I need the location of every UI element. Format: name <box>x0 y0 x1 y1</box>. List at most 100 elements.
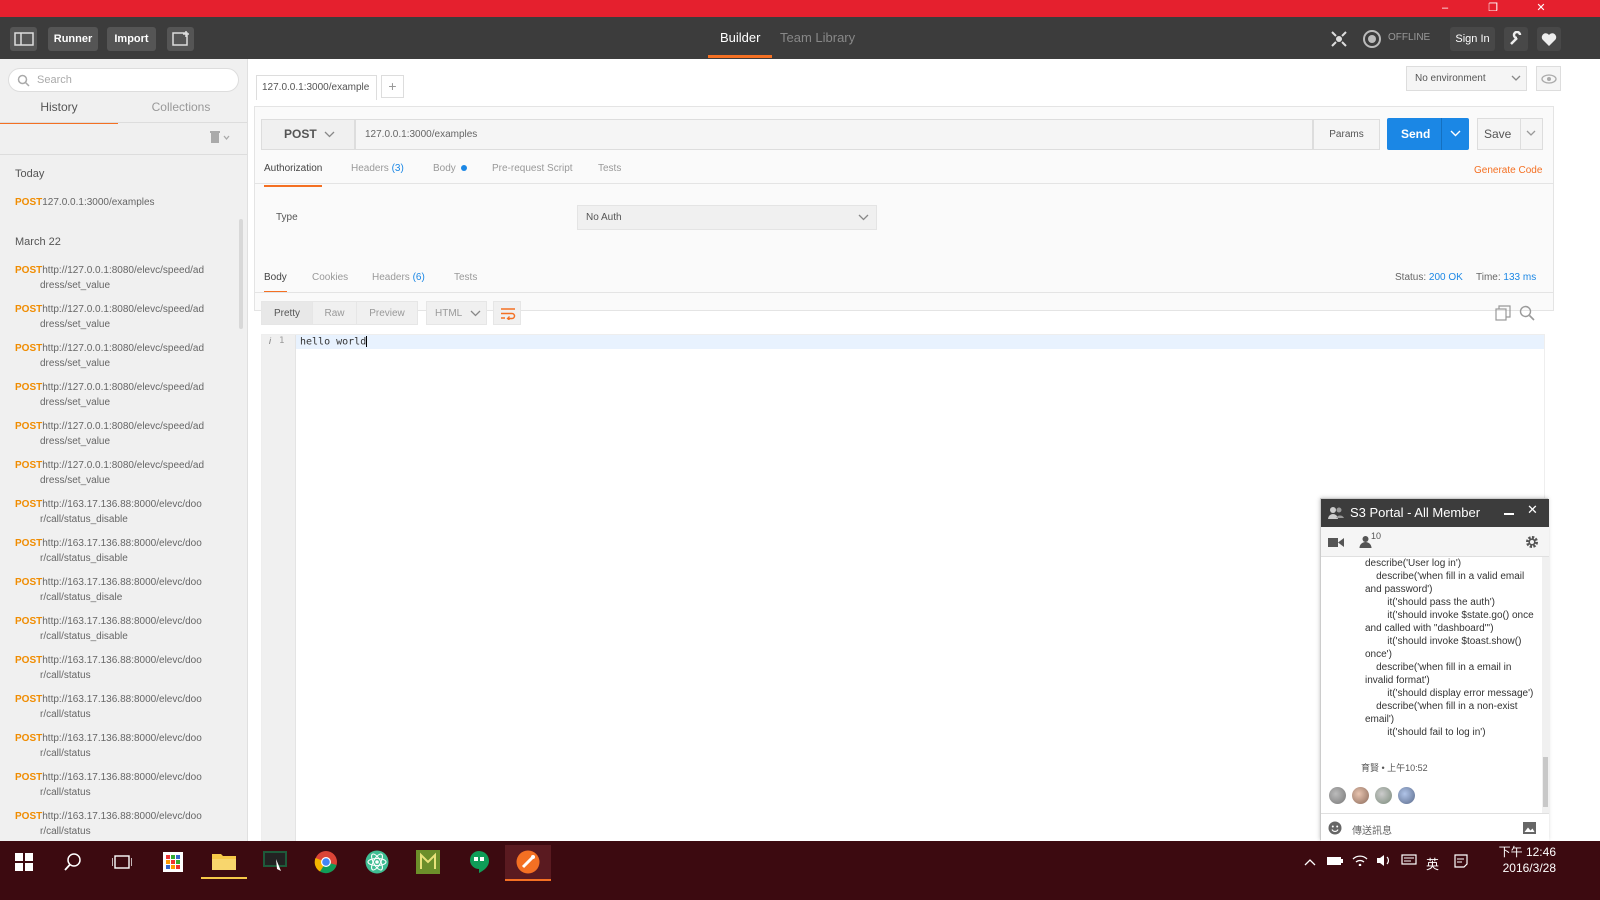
environment-quick-look-button[interactable] <box>1536 66 1561 91</box>
close-window-button[interactable]: ✕ <box>1518 0 1564 17</box>
history-item-url-continued: r/call/status_disable <box>40 514 128 525</box>
url-input[interactable]: 127.0.0.1:3000/examples <box>355 119 1313 150</box>
chat-scrollbar[interactable] <box>1542 557 1549 813</box>
atom-taskbar[interactable] <box>354 845 400 879</box>
history-item[interactable]: POSThttp://163.17.136.88:8000/elevc/doo r… <box>15 497 215 527</box>
history-item[interactable]: POSThttp://127.0.0.1:8080/elevc/speed/ad… <box>15 458 215 488</box>
history-item[interactable]: POSThttp://127.0.0.1:8080/elevc/speed/ad… <box>15 302 215 332</box>
history-item[interactable]: POSThttp://163.17.136.88:8000/elevc/doo r… <box>15 731 215 761</box>
interceptor-button[interactable] <box>1327 27 1351 51</box>
app-store-taskbar[interactable] <box>150 845 196 879</box>
environment-select[interactable]: No environment <box>1406 66 1527 91</box>
tab-team-library[interactable]: Team Library <box>780 17 855 59</box>
add-tab-button[interactable]: + <box>381 75 404 98</box>
sidebar-scrollbar[interactable] <box>239 219 243 329</box>
settings-button[interactable] <box>1504 27 1528 51</box>
search-taskbar-button[interactable] <box>50 845 96 879</box>
copy-response-button[interactable] <box>1495 305 1511 324</box>
send-options-icon[interactable] <box>1450 130 1461 137</box>
sync-status-button[interactable] <box>1360 27 1384 51</box>
avatar[interactable] <box>1352 787 1369 804</box>
import-button[interactable]: Import <box>107 27 156 51</box>
volume-tray[interactable] <box>1376 854 1392 870</box>
chrome-taskbar[interactable] <box>303 845 349 879</box>
search-box[interactable]: Search <box>8 68 239 92</box>
file-explorer-taskbar[interactable] <box>201 845 247 879</box>
history-item[interactable]: POSThttp://127.0.0.1:8080/elevc/speed/ad… <box>15 380 215 410</box>
chat-close-button[interactable]: ✕ <box>1527 502 1538 518</box>
runner-button[interactable]: Runner <box>48 27 98 51</box>
toggle-sidebar-button[interactable] <box>10 27 37 51</box>
emoji-icon[interactable] <box>1328 821 1342 835</box>
search-input[interactable]: Search <box>37 74 72 86</box>
chat-input[interactable]: 傳送訊息 <box>1352 822 1392 837</box>
favorite-button[interactable] <box>1537 27 1561 51</box>
history-group-date: March 22 <box>15 236 61 248</box>
image-icon[interactable] <box>1523 822 1536 834</box>
save-button[interactable]: Save <box>1477 118 1543 150</box>
battery-tray[interactable] <box>1327 854 1343 869</box>
history-item[interactable]: POSThttp://163.17.136.88:8000/elevc/doo r… <box>15 536 215 566</box>
history-item[interactable]: POSThttp://163.17.136.88:8000/elevc/doo r… <box>15 770 215 800</box>
new-window-button[interactable] <box>167 27 194 51</box>
avatar[interactable] <box>1375 787 1392 804</box>
clear-history-button[interactable] <box>209 130 231 147</box>
start-button[interactable] <box>1 845 47 879</box>
chat-scroll-thumb[interactable] <box>1543 757 1548 807</box>
avatar[interactable] <box>1329 787 1346 804</box>
action-center-button[interactable] <box>1454 854 1468 871</box>
tab-collections[interactable]: Collections <box>122 98 240 124</box>
history-item[interactable]: POSThttp://127.0.0.1:8080/elevc/speed/ad… <box>15 341 215 371</box>
history-item-url: 127.0.0.1:3000/examples <box>42 197 155 208</box>
view-preview-button[interactable]: Preview <box>356 301 418 325</box>
video-call-icon[interactable] <box>1328 537 1344 548</box>
wrap-lines-button[interactable] <box>493 301 521 325</box>
restore-button[interactable]: ❐ <box>1470 0 1516 17</box>
response-tab-tests[interactable]: Tests <box>454 264 477 293</box>
gear-icon[interactable] <box>1525 535 1539 549</box>
params-button[interactable]: Params <box>1313 119 1380 150</box>
minimize-button[interactable]: – <box>1422 0 1468 17</box>
search-response-button[interactable] <box>1519 305 1535 324</box>
response-tab-body[interactable]: Body <box>264 264 287 293</box>
method-select[interactable]: POST <box>261 119 355 150</box>
new-window-icon <box>171 31 189 46</box>
send-button[interactable]: Send <box>1387 118 1469 150</box>
view-pretty-button[interactable]: Pretty <box>261 301 313 325</box>
save-options-icon[interactable] <box>1526 130 1536 137</box>
history-item-method: POST <box>15 811 43 822</box>
response-tab-headers[interactable]: Headers (6) <box>372 264 425 293</box>
app-header: Runner Import Builder Team Library OFFLI… <box>0 17 1600 59</box>
network-tray[interactable] <box>1352 854 1368 869</box>
history-item[interactable]: POSThttp://127.0.0.1:8080/elevc/speed/ad… <box>15 419 215 449</box>
auth-type-select[interactable]: No Auth <box>577 205 877 230</box>
hangouts-taskbar[interactable] <box>456 845 502 879</box>
response-tab-cookies[interactable]: Cookies <box>312 264 348 293</box>
history-item[interactable]: POSThttp://163.17.136.88:8000/elevc/doo r… <box>15 653 215 683</box>
time-value: 133 ms <box>1503 272 1537 283</box>
view-raw-button[interactable]: Raw <box>312 301 357 325</box>
ime-indicator[interactable]: 英 <box>1426 854 1439 873</box>
request-tab[interactable]: 127.0.0.1:3000/example <box>256 75 377 100</box>
history-item[interactable]: POSThttp://163.17.136.88:8000/elevc/doo r… <box>15 614 215 644</box>
history-item[interactable]: POSThttp://163.17.136.88:8000/elevc/doo r… <box>15 809 215 839</box>
terminal-taskbar[interactable] <box>252 845 298 879</box>
task-view-button[interactable] <box>99 845 145 879</box>
history-item[interactable]: POST127.0.0.1:3000/examples <box>15 195 215 210</box>
history-item[interactable]: POSThttp://163.17.136.88:8000/elevc/doo r… <box>15 575 215 605</box>
history-item[interactable]: POSThttp://163.17.136.88:8000/elevc/doo r… <box>15 692 215 722</box>
editor-taskbar[interactable] <box>405 845 451 879</box>
tab-builder[interactable]: Builder <box>708 17 773 58</box>
show-hidden-icons-button[interactable] <box>1304 854 1316 869</box>
history-item[interactable]: POSThttp://127.0.0.1:8080/elevc/speed/ad… <box>15 263 215 293</box>
notifications-tray[interactable] <box>1401 854 1417 870</box>
tab-history[interactable]: History <box>0 98 118 124</box>
postman-taskbar[interactable] <box>505 845 551 881</box>
sign-in-button[interactable]: Sign In <box>1450 27 1495 51</box>
format-select[interactable]: HTML <box>426 301 487 325</box>
editor-gutter: i 1 <box>262 335 296 860</box>
avatar[interactable] <box>1398 787 1415 804</box>
taskbar-clock[interactable]: 下午 12:46 2016/3/28 <box>1488 844 1556 876</box>
chat-minimize-button[interactable] <box>1504 513 1514 515</box>
generate-code-link[interactable]: Generate Code <box>1474 165 1542 176</box>
